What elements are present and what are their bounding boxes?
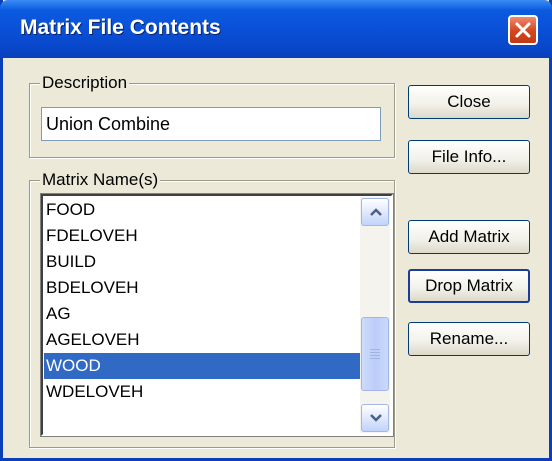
list-item[interactable]: FOOD [44,197,360,223]
list-item[interactable]: BUILD [44,249,360,275]
list-item[interactable]: BDELOVEH [44,275,360,301]
dialog-window: Matrix File Contents Description Union C… [0,0,552,461]
matrix-names-list: FOOD FDELOVEH BUILD BDELOVEH AG AGELOVEH… [44,197,360,433]
drop-matrix-button[interactable]: Drop Matrix [408,269,530,303]
title-bar[interactable]: Matrix File Contents [0,0,552,58]
thumb-grip-line [370,352,380,353]
scroll-down-arrow-icon [370,414,382,422]
matrix-names-listbox[interactable]: FOOD FDELOVEH BUILD BDELOVEH AG AGELOVEH… [41,194,393,436]
close-button[interactable]: Close [408,85,530,119]
thumb-grip-line [370,349,380,350]
scrollbar-thumb[interactable] [361,317,389,391]
scroll-up-arrow-icon [370,208,382,216]
list-item[interactable]: WDELOVEH [44,379,360,405]
description-field[interactable]: Union Combine [41,107,381,141]
thumb-grip-line [370,355,380,356]
list-item[interactable]: FDELOVEH [44,223,360,249]
thumb-grip-line [370,358,380,359]
matrix-names-label: Matrix Name(s) [40,170,161,190]
dialog-client-area: Description Union Combine Matrix Name(s)… [3,58,549,458]
scroll-up-button[interactable] [361,198,389,226]
vertical-scrollbar[interactable] [360,197,390,433]
rename-button[interactable]: Rename... [408,322,530,356]
list-item[interactable]: AG [44,301,360,327]
scroll-down-button[interactable] [361,404,389,432]
add-matrix-button[interactable]: Add Matrix [408,220,530,254]
description-label: Description [40,73,130,93]
window-close-button[interactable] [508,15,538,45]
list-item[interactable]: WOOD [44,353,360,379]
list-item[interactable]: AGELOVEH [44,327,360,353]
window-title: Matrix File Contents [20,16,221,39]
file-info-button[interactable]: File Info... [408,140,530,174]
close-x-icon [515,22,531,38]
